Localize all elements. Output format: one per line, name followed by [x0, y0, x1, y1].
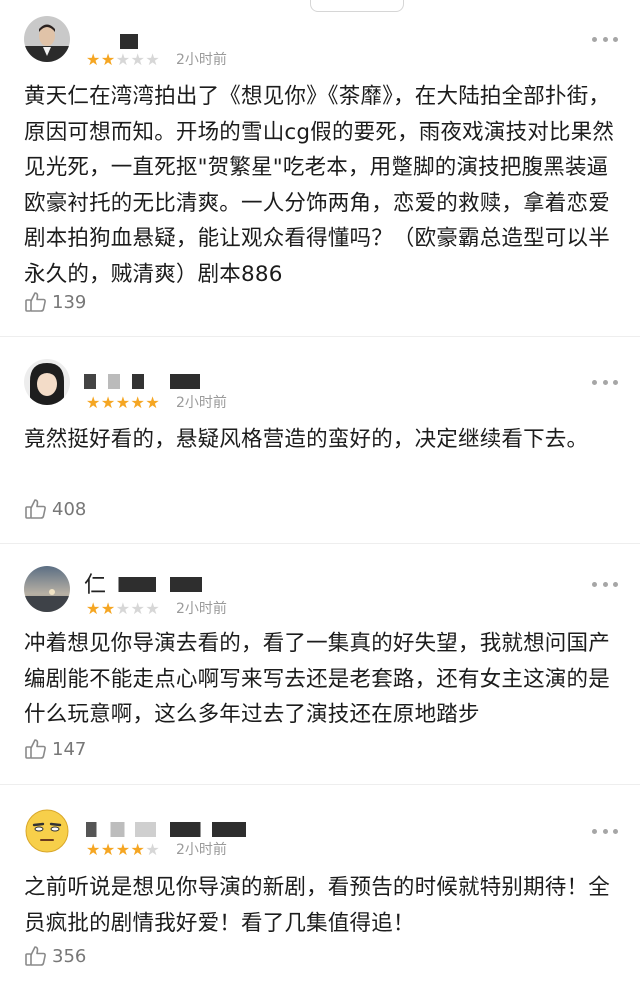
star-rating: ★★★★★ — [86, 51, 160, 69]
review-time: 2小时前 — [176, 842, 227, 858]
blurred-username-part — [170, 577, 202, 592]
star-filled-icon: ★ — [115, 393, 131, 412]
more-dots-icon[interactable] — [592, 35, 618, 43]
emoji-face-avatar[interactable] — [24, 808, 70, 854]
star-filled-icon: ★ — [145, 393, 161, 412]
blurred-username — [84, 374, 144, 389]
like-button[interactable]: 147 — [24, 737, 86, 761]
star-filled-icon: ★ — [115, 840, 131, 859]
star-filled-icon: ★ — [100, 393, 116, 412]
star-filled-icon: ★ — [86, 50, 101, 69]
review-item: ★★★★★ 2小时前 黄天仁在湾湾拍出了《想见你》《茶靡》，在大陆拍全部扑街，原… — [0, 0, 640, 337]
like-count: 147 — [52, 738, 87, 760]
star-filled-icon: ★ — [86, 599, 101, 618]
thumbs-up-icon — [25, 946, 46, 966]
thumbs-up-icon — [25, 739, 46, 759]
more-dots-icon[interactable] — [592, 378, 618, 386]
blurred-username — [86, 822, 156, 837]
star-filled-icon: ★ — [86, 840, 101, 859]
review-content: 黄天仁在湾湾拍出了《想见你》《茶靡》，在大陆拍全部扑街，原因可想而知。开场的雪山… — [24, 84, 615, 287]
review-time: 2小时前 — [176, 52, 227, 68]
star-filled-icon: ★ — [100, 50, 116, 69]
like-count: 356 — [52, 945, 87, 967]
more-dots-icon[interactable] — [592, 580, 618, 588]
star-rating: ★★★★★ — [86, 841, 160, 859]
blurred-username — [120, 34, 138, 49]
star-empty-icon: ★ — [145, 599, 161, 618]
star-empty-icon: ★ — [130, 599, 146, 618]
blurred-username-part — [170, 374, 200, 389]
review-content: 冲着想见你导演去看的，看了一集真的好失望，我就想问国产编剧能不能走点心啊写来写去… — [24, 631, 610, 727]
like-button[interactable]: 356 — [24, 944, 86, 968]
like-count: 139 — [52, 291, 87, 313]
like-count: 408 — [52, 498, 87, 520]
review-content: 之前听说是想见你导演的新剧，看预告的时候就特别期待！全员疯批的剧情我好爱！看了几… — [24, 875, 610, 936]
review-content: 竟然挺好看的，悬疑风格营造的蛮好的，决定继续看下去。 — [24, 427, 589, 452]
thumbs-up-icon — [25, 292, 46, 312]
star-filled-icon: ★ — [130, 393, 146, 412]
star-empty-icon: ★ — [130, 50, 146, 69]
star-filled-icon: ★ — [100, 599, 116, 618]
star-empty-icon: ★ — [145, 50, 161, 69]
star-filled-icon: ★ — [86, 393, 101, 412]
more-dots-icon[interactable] — [592, 827, 618, 835]
like-button[interactable]: 139 — [24, 290, 86, 314]
review-item: ★★★★★ 2小时前 之前听说是想见你导演的新剧，看预告的时候就特别期待！全员疯… — [0, 784, 640, 1003]
like-button[interactable]: 408 — [24, 497, 86, 521]
review-item: ★★★★★ 2小时前 竟然挺好看的，悬疑风格营造的蛮好的，决定继续看下去。 40… — [0, 336, 640, 544]
star-filled-icon: ★ — [130, 840, 146, 859]
star-empty-icon: ★ — [115, 599, 131, 618]
blurred-username-part — [170, 822, 246, 837]
review-time: 2小时前 — [176, 395, 227, 411]
star-rating: ★★★★★ — [86, 394, 160, 412]
girl-avatar[interactable] — [24, 359, 70, 405]
username-partial: 仁 — [84, 573, 107, 598]
star-empty-icon: ★ — [145, 840, 161, 859]
star-filled-icon: ★ — [100, 840, 116, 859]
man-in-suit-avatar[interactable] — [24, 16, 70, 62]
star-rating: ★★★★★ — [86, 600, 160, 618]
sunset-landscape-avatar[interactable] — [24, 566, 70, 612]
blurred-username — [108, 577, 156, 592]
thumbs-up-icon — [25, 499, 46, 519]
review-time: 2小时前 — [176, 601, 227, 617]
star-empty-icon: ★ — [115, 50, 131, 69]
review-item: 仁 ★★★★★ 2小时前 冲着想见你导演去看的，看了一集真的好失望，我就想问国产… — [0, 543, 640, 785]
